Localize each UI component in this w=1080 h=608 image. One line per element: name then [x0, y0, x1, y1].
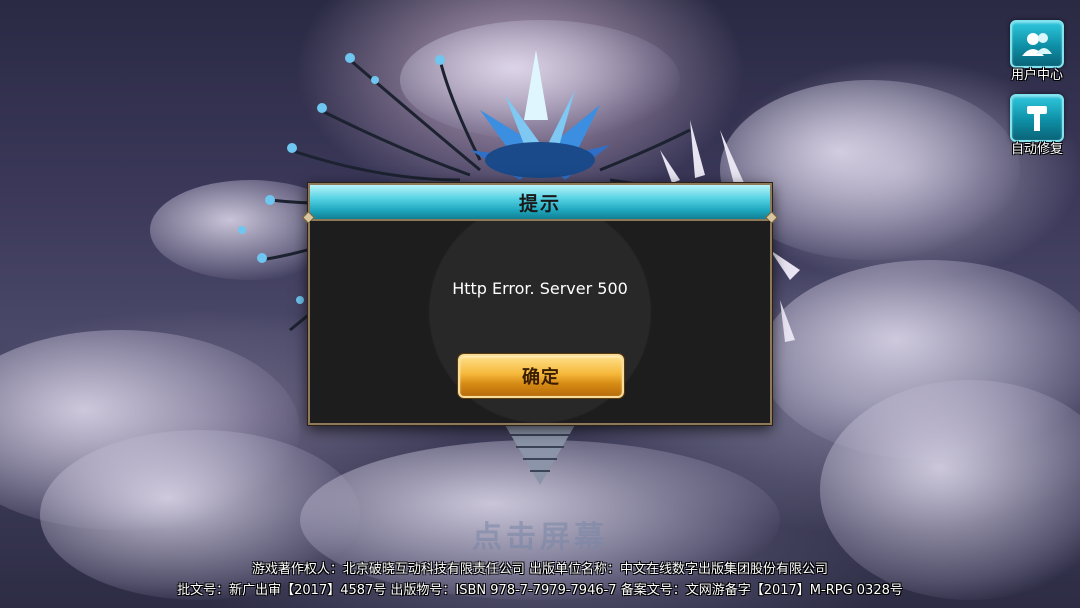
confirm-button[interactable]: 确定 — [458, 354, 624, 398]
confirm-label: 确定 — [522, 367, 560, 388]
tap-screen-prompt[interactable]: 点击屏幕 — [0, 512, 1080, 556]
copyright-line: 游戏著作权人：北京破晓互动科技有限责任公司 出版单位名称：中文在线数字出版集团股… — [251, 562, 829, 577]
auto-repair-label: 自动修复 — [1010, 142, 1063, 157]
error-dialog: 提示 Http Error. Server 500 确定 — [302, 183, 778, 425]
hammer-icon — [1010, 94, 1064, 142]
crystal-flower — [470, 50, 610, 180]
auto-repair-button[interactable]: 自动修复 — [1002, 94, 1072, 158]
user-center-label: 用户中心 — [1010, 68, 1063, 83]
dialog-body: Http Error. Server 500 确定 — [310, 221, 770, 423]
game-screen[interactable]: 用户中心 自动修复 提示 Http Error. Server 500 确定 点… — [0, 0, 1080, 608]
island-spire — [505, 425, 575, 485]
dialog-message: Http Error. Server 500 — [452, 279, 628, 298]
user-center-button[interactable]: 用户中心 — [1002, 20, 1072, 84]
dialog-title: 提示 — [518, 192, 561, 215]
user-center-icon — [1010, 20, 1064, 68]
license-line: 批文号：新广出审【2017】4587号 出版物号：ISBN 978-7-7979… — [177, 583, 903, 598]
dialog-header: 提示 — [310, 185, 770, 221]
